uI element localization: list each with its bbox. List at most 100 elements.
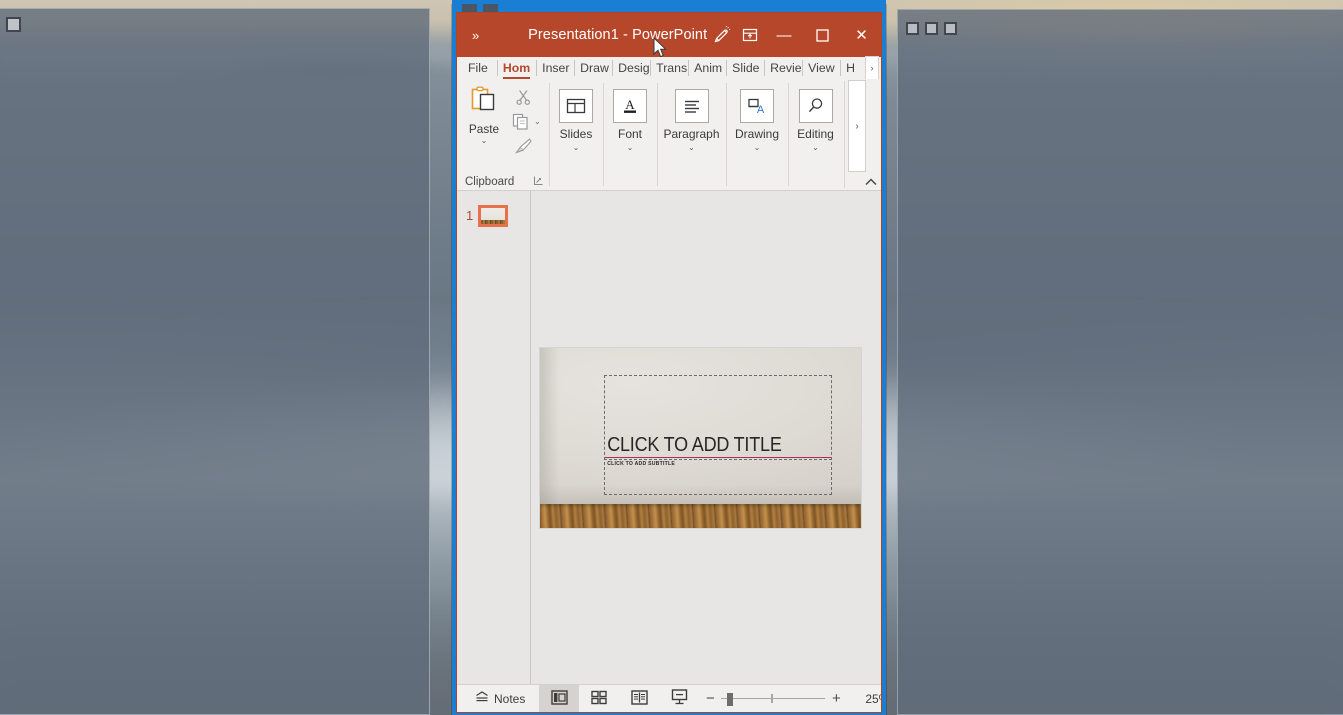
ribbon: Paste ⌄ ⌄ Clipboard Slides ⌄ A Font ⌄ Pa… [457,79,881,191]
subtitle-placeholder[interactable]: CLICK TO ADD SUBTITLE [604,456,833,495]
zoom-slider[interactable] [721,692,826,706]
svg-text:A: A [625,97,635,112]
quick-access-toolbar-overflow[interactable]: » [457,13,494,57]
tab-design[interactable]: Desig [612,57,650,79]
slides-dropdown-caret-icon[interactable]: ⌄ [573,143,580,152]
window-controls[interactable] [906,22,957,35]
format-painter-button[interactable] [511,134,537,156]
reading-view-icon [631,689,648,708]
tab-draw[interactable]: Draw [574,57,612,79]
zoom-controls[interactable]: − + 25% [699,685,881,712]
paragraph-button[interactable]: Paragraph ⌄ [657,83,726,152]
background-window-right[interactable] [897,9,1343,715]
slide-editing-area[interactable]: CLICK TO ADD TITLE CLICK TO ADD SUBTITLE [531,191,881,684]
paragraph-label: Paragraph [663,127,720,141]
slides-label: Slides [559,127,593,141]
tab-slide-show[interactable]: Slide [726,57,764,79]
font-underline-a-icon: A [613,89,647,123]
tab-view[interactable]: View [802,57,840,79]
editing-label: Editing [797,127,834,141]
collapse-ribbon-button[interactable] [863,175,879,189]
title-bar[interactable]: » Presentation1 - PowerPoint — ✕ [457,13,881,58]
subtitle-accent-rule [605,456,832,459]
zoom-in-button[interactable]: + [825,690,847,707]
slide-show-button[interactable] [659,685,699,712]
maximize-button[interactable] [803,13,842,57]
notes-icon [475,691,489,706]
paste-icon [469,85,499,120]
copy-dropdown-caret-icon[interactable]: ⌄ [533,117,541,126]
tab-review[interactable]: Revie [764,57,802,79]
work-area: 1 CLICK TO ADD TITLE CLICK TO ADD SUBTIT… [457,191,881,684]
zoom-out-button[interactable]: − [699,690,721,707]
thumbnail-slide-number: 1 [466,208,474,223]
drawing-shapes-a-icon: A [740,89,774,123]
clipboard-dialog-launcher-icon[interactable] [534,176,543,187]
copy-button[interactable] [507,110,533,132]
slides-button[interactable]: Slides ⌄ [549,83,603,152]
slide-sorter-icon [591,690,608,708]
view-buttons[interactable] [539,685,699,712]
tab-transitions[interactable]: Trans [650,57,688,79]
paste-dropdown-caret-icon[interactable]: ⌄ [481,137,488,145]
slide-wall-shadow-left [540,348,560,505]
ribbon-tab-strip[interactable]: File Hom Inser Draw Desig Trans Anim Sli… [457,56,881,80]
minimize-icon[interactable] [906,22,919,35]
slide-canvas[interactable]: CLICK TO ADD TITLE CLICK TO ADD SUBTITLE [540,348,861,528]
ribbon-group-drawing: A Drawing ⌄ [726,79,788,190]
obscured-control-1 [462,4,477,12]
cut-button[interactable] [511,86,537,108]
ribbon-display-options-icon[interactable] [736,13,765,57]
thumbnail-slide-1[interactable] [478,205,509,227]
zoom-level-label[interactable]: 25% [847,692,881,706]
slide-sorter-view-button[interactable] [579,685,619,712]
status-bar: Notes − + 25 [457,684,881,712]
minimize-button[interactable]: — [765,13,804,57]
title-placeholder[interactable]: CLICK TO ADD TITLE [604,375,833,460]
font-button[interactable]: A Font ⌄ [603,83,657,152]
ribbon-group-slides: Slides ⌄ [549,79,603,190]
editing-dropdown-caret-icon[interactable]: ⌄ [812,143,819,152]
thumbnail-slide-preview [481,208,506,224]
zoom-slider-rail [721,697,826,699]
reading-view-button[interactable] [619,685,659,712]
ink-pen-icon[interactable] [707,13,736,57]
font-dropdown-caret-icon[interactable]: ⌄ [627,143,634,152]
notes-label: Notes [494,691,526,706]
paste-button[interactable]: Paste ⌄ [461,83,507,156]
powerpoint-window: » Presentation1 - PowerPoint — ✕ File Ho… [456,12,882,713]
tab-overflow-chevron-icon[interactable]: › [865,56,879,80]
slide-show-icon [671,689,688,708]
tab-animations[interactable]: Anim [688,57,726,79]
normal-view-button[interactable] [539,685,580,712]
ppt-frame-top-edge [452,0,886,6]
ribbon-group-clipboard: Paste ⌄ ⌄ Clipboard [457,79,549,190]
tab-file[interactable]: File [457,57,497,79]
drawing-button[interactable]: A Drawing ⌄ [726,83,788,152]
restore-icon[interactable] [6,17,21,32]
tab-insert[interactable]: Inser [536,57,574,79]
thumbnail-list-item[interactable]: 1 [457,205,530,227]
paragraph-dropdown-caret-icon[interactable]: ⌄ [688,143,695,152]
svg-text:A: A [757,104,765,116]
title-placeholder-text: CLICK TO ADD TITLE [607,432,782,456]
close-icon[interactable] [944,22,957,35]
zoom-slider-midpoint-tick [771,693,773,703]
slide-wood-floor [540,503,861,528]
restore-icon[interactable] [925,22,938,35]
tab-help[interactable]: H [840,57,861,79]
normal-view-icon [551,689,568,708]
font-label: Font [617,127,642,141]
notes-button[interactable]: Notes [457,685,539,712]
zoom-slider-handle[interactable] [727,692,734,706]
obscured-window-controls [456,0,516,12]
ribbon-group-font: A Font ⌄ [603,79,657,190]
ribbon-overflow-chevron-icon[interactable]: › [848,80,866,172]
editing-button[interactable]: Editing ⌄ [788,83,843,152]
close-button[interactable]: ✕ [842,13,881,57]
tab-home[interactable]: Hom [496,57,536,79]
drawing-label: Drawing [734,127,779,141]
background-window-left[interactable] [0,8,430,715]
slide-thumbnail-pane[interactable]: 1 [457,191,531,684]
drawing-dropdown-caret-icon[interactable]: ⌄ [754,143,761,152]
